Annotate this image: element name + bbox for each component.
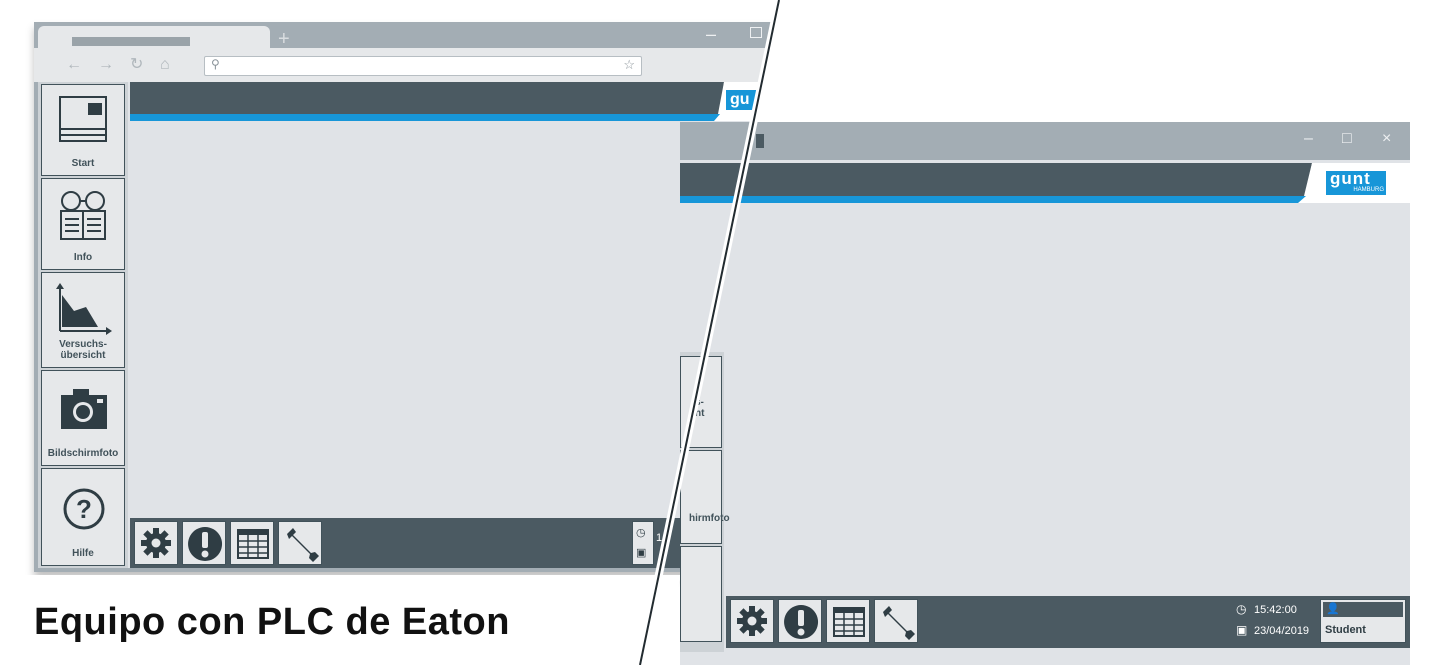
diagonal-divider bbox=[0, 0, 1439, 665]
caption: Equipo con PLC de Eaton bbox=[34, 601, 510, 643]
